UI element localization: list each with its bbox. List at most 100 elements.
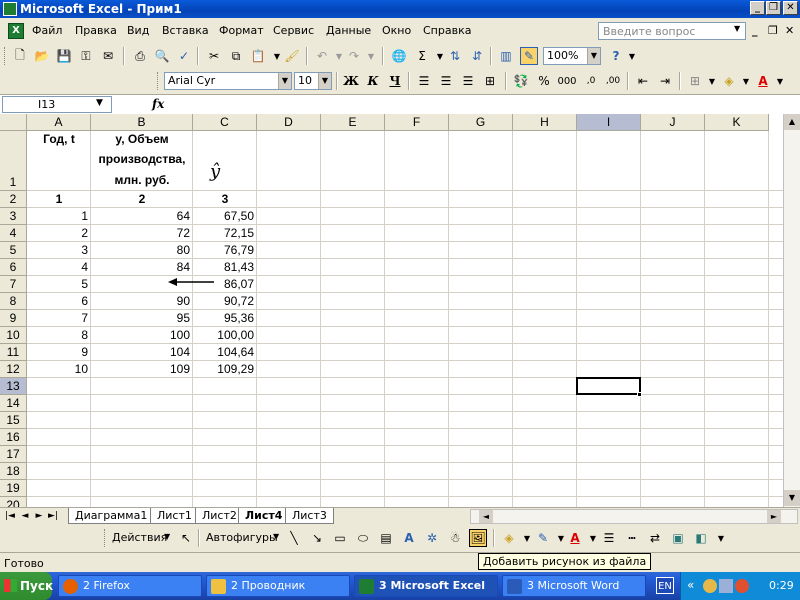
chart-wizard-icon[interactable]: ▥ [497,47,515,65]
font-color-icon[interactable]: A [754,72,772,90]
cell-b5[interactable]: 80 [91,242,193,259]
arrow-style-icon[interactable]: ⇄ [646,529,664,547]
row-header-15[interactable]: 15 [0,412,27,429]
tray-antivirus-icon[interactable] [735,579,749,593]
help-dropdown-icon[interactable]: ▼ [623,47,641,65]
doc-restore-button[interactable]: ❐ [768,24,778,37]
cell-a2[interactable]: 1 [27,191,91,208]
cell-b8[interactable]: 90 [91,293,193,310]
scroll-down-icon[interactable]: ▼ [784,490,800,506]
drawing-toggle-icon[interactable]: ✎ [520,47,538,65]
active-cell-i13[interactable] [576,377,641,395]
menu-edit[interactable]: Правка [75,24,117,37]
cell-c2[interactable]: 3 [193,191,257,208]
row-header-5[interactable]: 5 [0,242,27,259]
ask-question-input[interactable]: Введите вопрос [598,22,746,40]
autoshapes-menu[interactable]: Автофигуры [206,531,278,544]
cell-b9[interactable]: 95 [91,310,193,327]
thousands-button[interactable]: 000 [557,72,576,90]
menu-window[interactable]: Окно [382,24,411,37]
workbook-icon[interactable]: X [8,23,24,39]
column-header-f[interactable]: F [385,114,449,131]
borders-icon[interactable]: ⊞ [686,72,704,90]
dash-style-icon[interactable]: ┅ [623,529,641,547]
horizontal-scrollbar[interactable]: ◄ ► [470,509,798,524]
cell-c3[interactable]: 67,50 [193,208,257,225]
cut-icon[interactable]: ✂ [205,47,223,65]
line-color-icon[interactable]: ✎ [534,529,552,547]
indent-increase-icon[interactable]: ⇥ [656,72,674,90]
sheet-tab-list3[interactable]: Лист3 [285,508,334,524]
open-icon[interactable]: 📂 [33,47,51,65]
cell-c5[interactable]: 76,79 [193,242,257,259]
formula-input[interactable] [170,97,795,112]
autoshapes-dropdown-icon[interactable]: ▼ [273,532,279,541]
actions-menu[interactable]: Действия [112,531,167,544]
cell-a7[interactable]: 5 [27,276,91,293]
row-header-11[interactable]: 11 [0,344,27,361]
menu-tools[interactable]: Сервис [273,24,314,37]
vertical-scrollbar[interactable]: ▲ ▼ [783,114,800,507]
toolbar-grip[interactable] [104,529,107,547]
hyperlink-icon[interactable]: 🌐 [390,47,408,65]
row-header-20[interactable]: 20 [0,497,27,507]
cell-c6[interactable]: 81,43 [193,259,257,276]
row-header-8[interactable]: 8 [0,293,27,310]
menu-file[interactable]: Файл [32,24,62,37]
cell-a5[interactable]: 3 [27,242,91,259]
zoom-dropdown-icon[interactable]: ▼ [587,48,600,64]
menu-insert[interactable]: Вставка [162,24,209,37]
draw-fill-color-icon[interactable]: ◈ [500,529,518,547]
sheet-tab-list1[interactable]: Лист1 [150,508,199,524]
close-button[interactable]: ✕ [783,1,798,15]
autosum-icon[interactable]: Σ [413,47,431,65]
column-header-j[interactable]: J [641,114,705,131]
currency-icon[interactable]: 💱 [512,72,530,90]
align-center-icon[interactable]: ☰ [437,72,455,90]
cell-a6[interactable]: 4 [27,259,91,276]
tray-app-icon[interactable] [703,579,717,593]
rectangle-icon[interactable]: ▭ [331,529,349,547]
cell-a8[interactable]: 6 [27,293,91,310]
italic-button[interactable]: К [364,72,382,90]
undo-icon[interactable]: ↶ [313,47,331,65]
cell-b10[interactable]: 100 [91,327,193,344]
column-header-d[interactable]: D [257,114,321,131]
sheet-tab-list2[interactable]: Лист2 [195,508,244,524]
column-header-c[interactable]: C [193,114,257,131]
line-style-icon[interactable]: ☰ [600,529,618,547]
cell-c10[interactable]: 100,00 [193,327,257,344]
row-header-10[interactable]: 10 [0,327,27,344]
select-all-corner[interactable] [0,114,27,131]
menu-view[interactable]: Вид [127,24,149,37]
scroll-up-icon[interactable]: ▲ [784,114,800,130]
taskbar-firefox[interactable]: 2 Firefox [58,575,202,597]
sheet-tab-list4[interactable]: Лист4 [238,508,290,524]
cell-c1-yhat[interactable]: ŷ [210,161,220,182]
wordart-icon[interactable]: A [400,529,418,547]
row-header-6[interactable]: 6 [0,259,27,276]
tray-expand-icon[interactable]: « [687,578,694,592]
menu-help[interactable]: Справка [423,24,471,37]
row-header-13[interactable]: 13 [0,378,27,395]
select-objects-icon[interactable]: ↖ [177,529,195,547]
fill-color-icon[interactable]: ◈ [720,72,738,90]
ask-dropdown-icon[interactable]: ▼ [734,24,744,38]
row-header-19[interactable]: 19 [0,480,27,497]
fill-color-dropdown-icon[interactable]: ▼ [737,72,755,90]
sheet-tab-diagram1[interactable]: Диаграмма1 [68,508,155,524]
taskbar-excel[interactable]: 3 Microsoft Excel [354,575,498,597]
cell-b12[interactable]: 109 [91,361,193,378]
font-name-dropdown-icon[interactable]: ▼ [278,73,291,89]
taskbar-explorer[interactable]: 2 Проводник [206,575,350,597]
first-sheet-icon[interactable]: |◄ [4,509,16,523]
row-header-14[interactable]: 14 [0,395,27,412]
print-icon[interactable]: ⎙ [131,47,149,65]
row-header-1[interactable]: 1 [0,131,27,191]
decrease-decimal-icon[interactable]: ,00 [604,72,622,90]
cell-b6[interactable]: 84 [91,259,193,276]
fill-handle[interactable] [637,392,642,397]
cell-a4[interactable]: 2 [27,225,91,242]
3d-icon[interactable]: ◧ [692,529,710,547]
format-painter-icon[interactable]: 🖌 [283,47,301,65]
